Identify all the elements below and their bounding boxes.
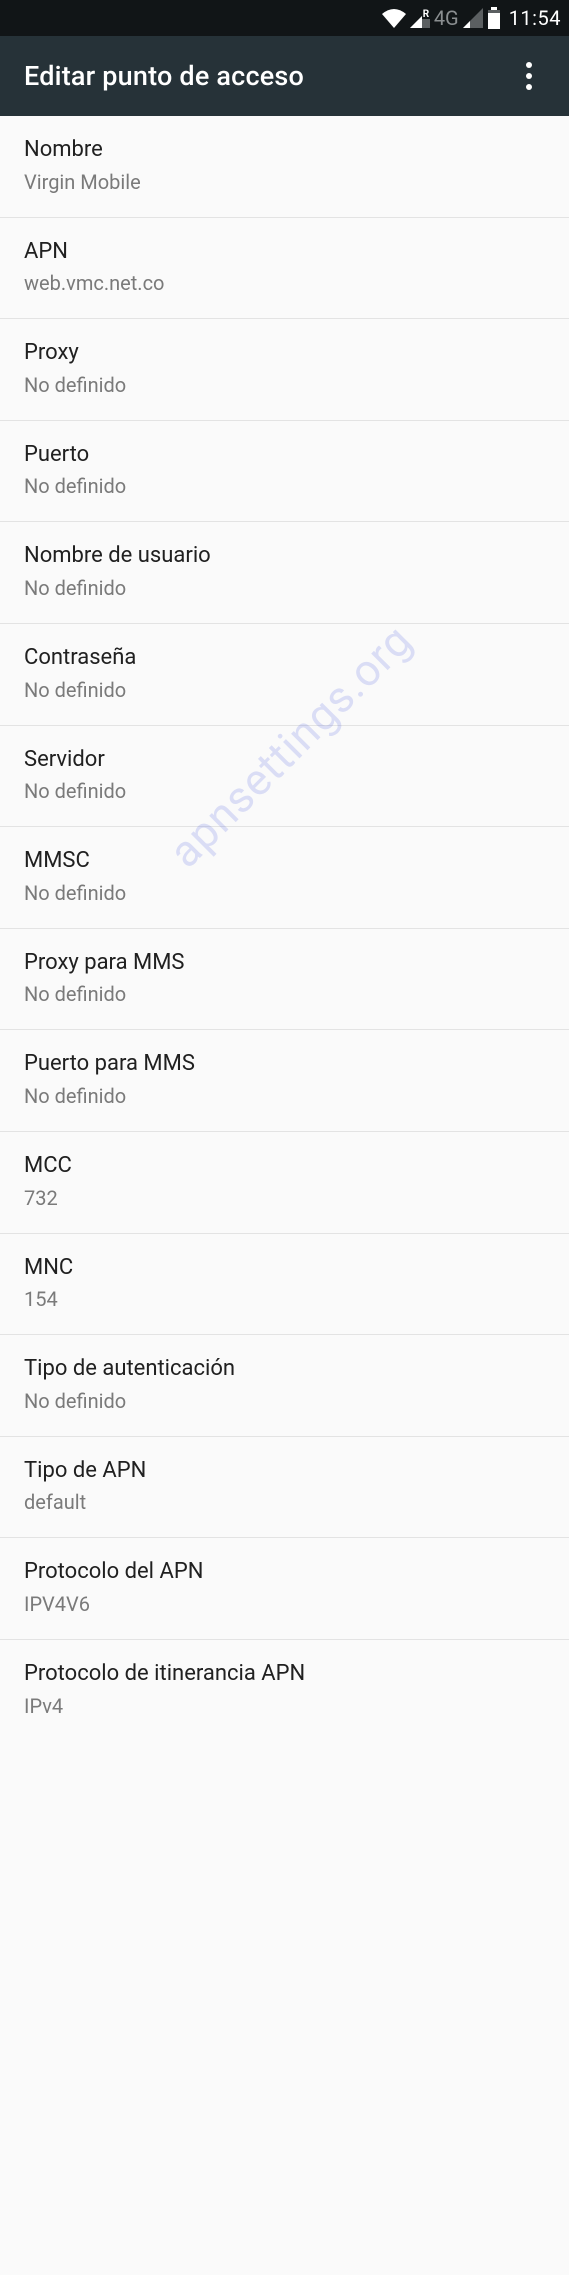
signal-icon xyxy=(463,8,483,28)
field-auth[interactable]: Tipo de autenticación No definido xyxy=(0,1335,569,1437)
field-label: APN xyxy=(24,238,545,267)
field-label: Proxy para MMS xyxy=(24,949,545,978)
field-label: Proxy xyxy=(24,339,545,368)
field-value: No definido xyxy=(24,981,545,1007)
field-value: No definido xyxy=(24,677,545,703)
apn-settings-list: Nombre Virgin Mobile APN web.vmc.net.co … xyxy=(0,116,569,1741)
field-mnc[interactable]: MNC 154 xyxy=(0,1234,569,1336)
field-nombre[interactable]: Nombre Virgin Mobile xyxy=(0,116,569,218)
field-value: default xyxy=(24,1489,545,1515)
field-value: No definido xyxy=(24,1083,545,1109)
field-value: No definido xyxy=(24,372,545,398)
field-contrasena[interactable]: Contraseña No definido xyxy=(0,624,569,726)
page-title: Editar punto de acceso xyxy=(24,60,513,92)
field-value: No definido xyxy=(24,473,545,499)
field-apn[interactable]: APN web.vmc.net.co xyxy=(0,218,569,320)
field-value: No definido xyxy=(24,880,545,906)
field-puerto[interactable]: Puerto No definido xyxy=(0,421,569,523)
field-label: MMSC xyxy=(24,847,545,876)
field-value: No definido xyxy=(24,778,545,804)
field-roamproto[interactable]: Protocolo de itinerancia APN IPv4 xyxy=(0,1640,569,1741)
field-usuario[interactable]: Nombre de usuario No definido xyxy=(0,522,569,624)
field-label: Nombre xyxy=(24,136,545,165)
clock-label: 11:54 xyxy=(509,6,561,30)
signal-roaming-icon: R xyxy=(410,8,430,28)
field-mcc[interactable]: MCC 732 xyxy=(0,1132,569,1234)
field-label: Puerto xyxy=(24,441,545,470)
app-bar: Editar punto de acceso xyxy=(0,36,569,116)
field-value: web.vmc.net.co xyxy=(24,270,545,296)
battery-icon xyxy=(487,7,501,29)
field-label: MNC xyxy=(24,1254,545,1283)
field-label: Tipo de APN xyxy=(24,1457,545,1486)
status-bar: R 4G 11:54 xyxy=(0,0,569,36)
field-mmsproxy[interactable]: Proxy para MMS No definido xyxy=(0,929,569,1031)
field-mmspuerto[interactable]: Puerto para MMS No definido xyxy=(0,1030,569,1132)
wifi-icon xyxy=(382,8,406,28)
more-vert-icon[interactable] xyxy=(513,52,545,100)
field-servidor[interactable]: Servidor No definido xyxy=(0,726,569,828)
field-label: Servidor xyxy=(24,746,545,775)
field-label: Protocolo de itinerancia APN xyxy=(24,1660,545,1689)
field-label: Nombre de usuario xyxy=(24,542,545,571)
field-value: No definido xyxy=(24,1388,545,1414)
field-value: IPv4 xyxy=(24,1693,545,1719)
svg-text:R: R xyxy=(423,9,430,20)
field-label: Contraseña xyxy=(24,644,545,673)
field-apntype[interactable]: Tipo de APN default xyxy=(0,1437,569,1539)
field-value: IPV4V6 xyxy=(24,1591,545,1617)
field-label: MCC xyxy=(24,1152,545,1181)
field-label: Puerto para MMS xyxy=(24,1050,545,1079)
field-apnproto[interactable]: Protocolo del APN IPV4V6 xyxy=(0,1538,569,1640)
network-type-label: 4G xyxy=(434,6,459,30)
field-value: 732 xyxy=(24,1185,545,1211)
field-value: 154 xyxy=(24,1286,545,1312)
field-value: No definido xyxy=(24,575,545,601)
field-mmsc[interactable]: MMSC No definido xyxy=(0,827,569,929)
field-proxy[interactable]: Proxy No definido xyxy=(0,319,569,421)
field-label: Protocolo del APN xyxy=(24,1558,545,1587)
field-value: Virgin Mobile xyxy=(24,169,545,195)
field-label: Tipo de autenticación xyxy=(24,1355,545,1384)
